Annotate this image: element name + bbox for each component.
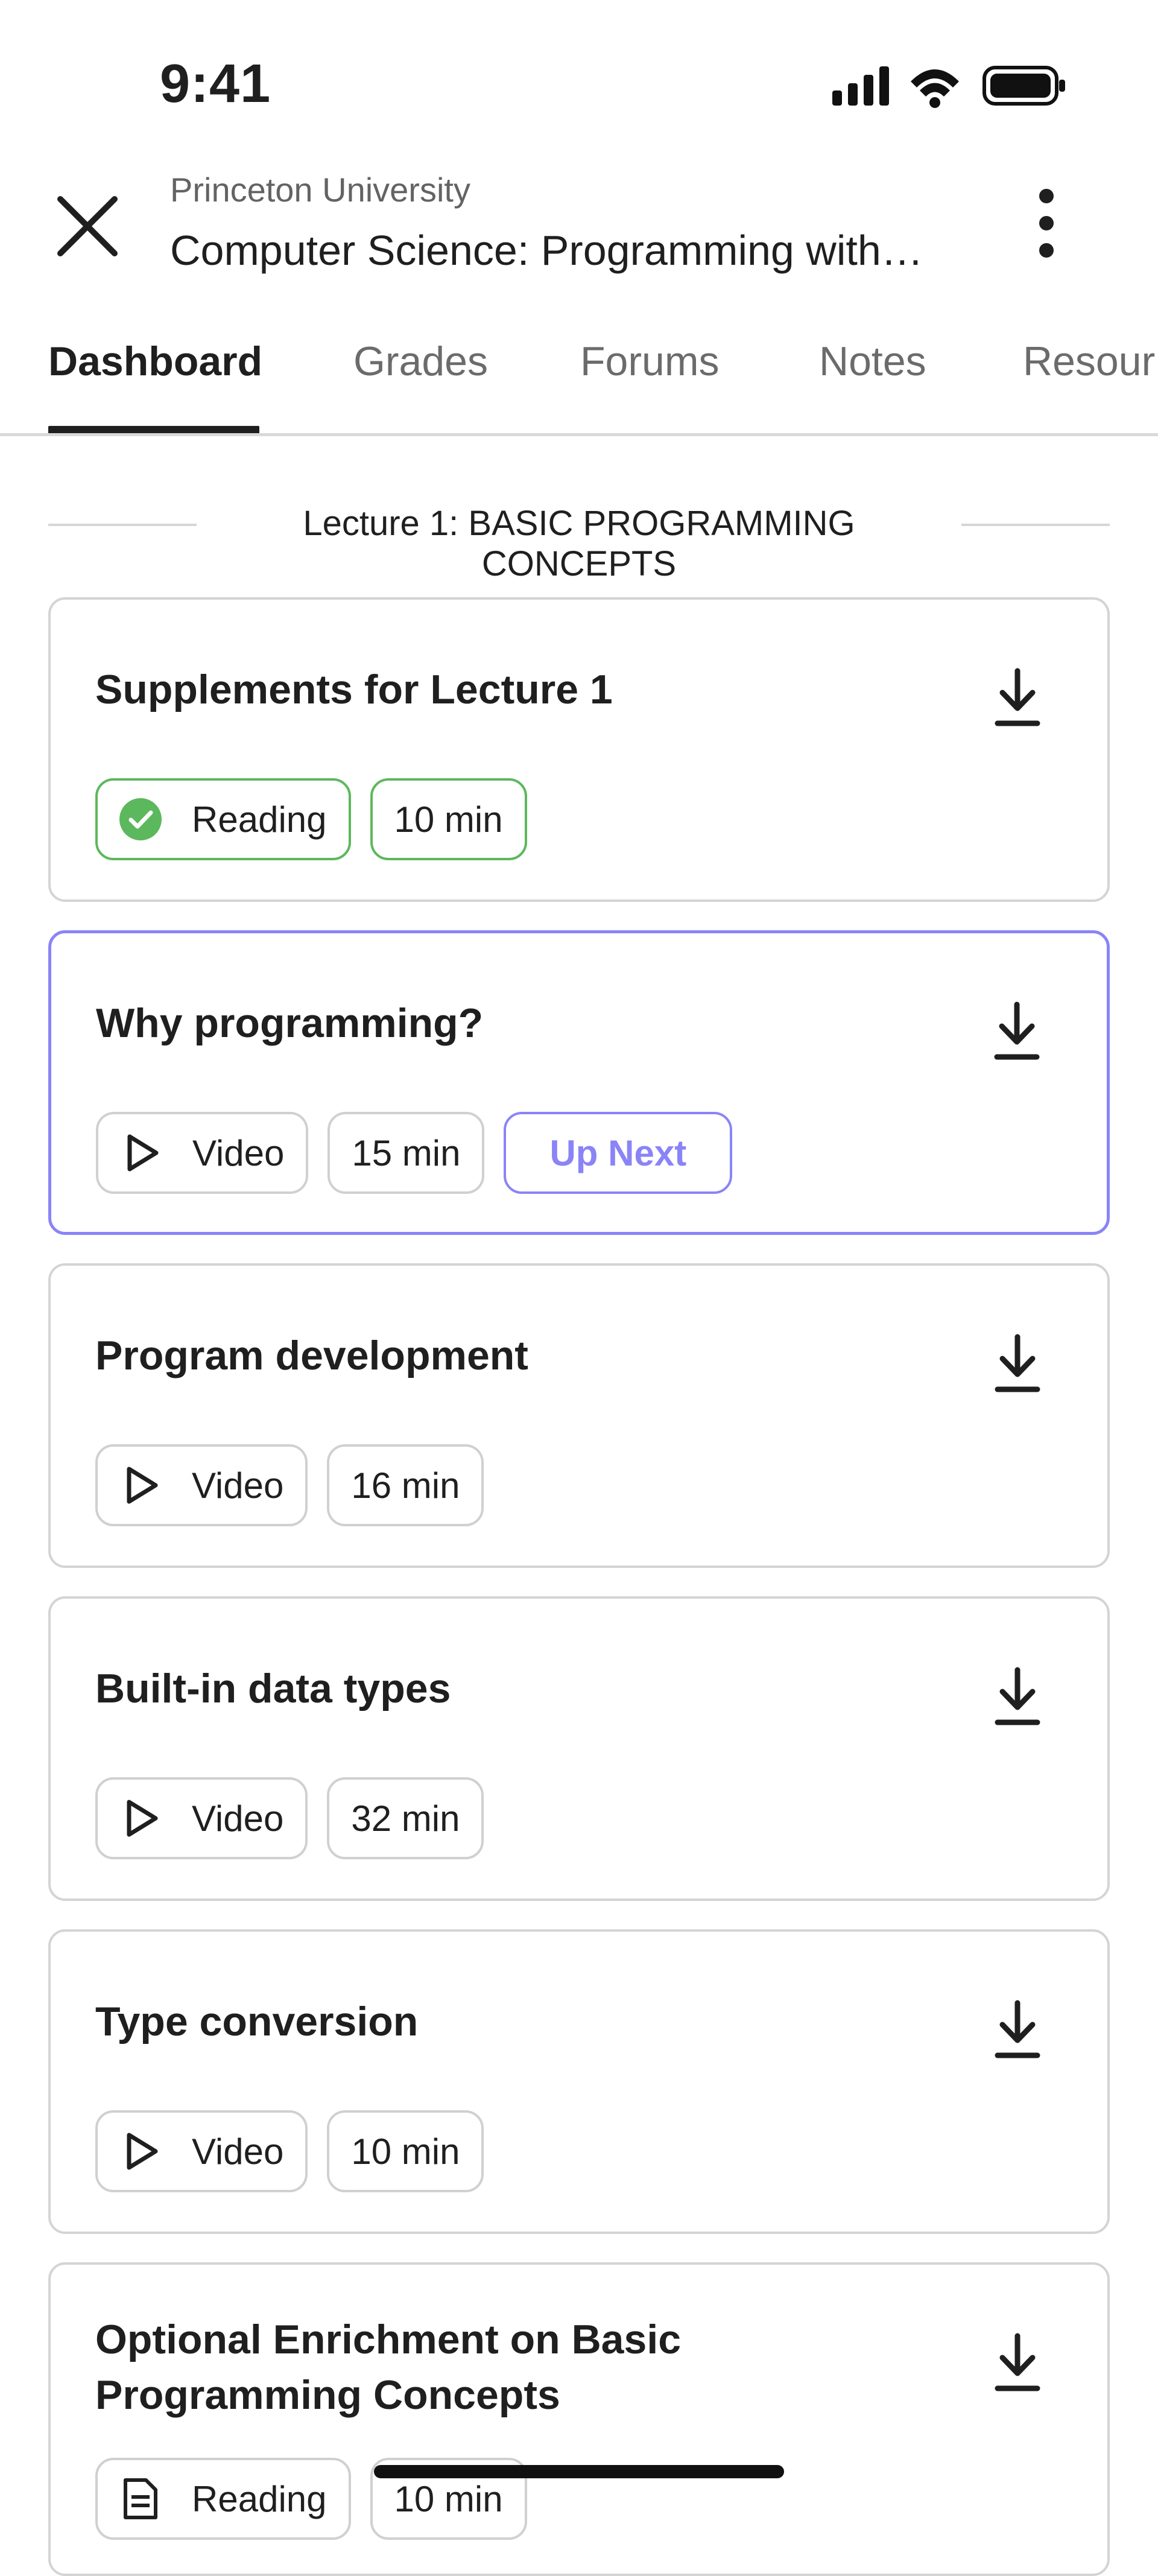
tab-resources[interactable]: Resour <box>1023 338 1155 385</box>
lesson-type-badge: Reading <box>95 2458 351 2540</box>
tab-forums[interactable]: Forums <box>580 338 719 385</box>
check-circle-icon <box>119 798 162 840</box>
lesson-duration: 10 min <box>351 2131 460 2172</box>
tab-notes[interactable]: Notes <box>819 338 926 385</box>
course-title: Computer Science: Programming with… <box>170 227 923 274</box>
play-icon <box>127 1134 159 1172</box>
lesson-duration: 10 min <box>394 2478 503 2519</box>
lesson-type-badge: Reading <box>95 778 351 860</box>
lesson-type-badge: Video <box>95 1444 308 1526</box>
play-icon <box>127 2133 158 2170</box>
lesson-card[interactable]: Supplements for Lecture 1 Reading 10 min <box>48 597 1110 902</box>
signal-icon <box>832 66 889 106</box>
course-organization: Princeton University <box>170 171 470 209</box>
download-icon[interactable] <box>990 1665 1045 1728</box>
download-icon[interactable] <box>990 1332 1045 1395</box>
lesson-duration-badge: 32 min <box>327 1777 484 1859</box>
section-divider-right <box>961 524 1110 526</box>
up-next-label: Up Next <box>549 1132 687 1173</box>
play-icon <box>127 1800 158 1837</box>
lesson-title: Type conversion <box>95 1999 419 2045</box>
lesson-duration-badge: 10 min <box>370 778 527 860</box>
home-indicator <box>374 2465 784 2478</box>
lesson-type-badge: Video <box>95 2110 308 2192</box>
play-icon <box>127 1467 158 1504</box>
lesson-card[interactable]: Built-in data types Video 32 min <box>48 1596 1110 1901</box>
lesson-duration: 15 min <box>352 1132 461 1173</box>
lesson-duration: 32 min <box>351 1798 460 1839</box>
lesson-title: Optional Enrichment on Basic Programming… <box>95 2312 681 2423</box>
lesson-title-line-2: Programming Concepts <box>95 2372 560 2418</box>
download-icon[interactable] <box>990 2331 1045 2394</box>
tab-bar: Dashboard Grades Forums Notes Resour <box>0 326 1158 437</box>
wifi-icon <box>911 69 959 108</box>
lesson-type-label: Video <box>192 1132 285 1173</box>
lesson-type-badge: Video <box>96 1112 309 1194</box>
download-icon[interactable] <box>990 666 1045 729</box>
lesson-card[interactable]: Type conversion Video 10 min <box>48 1929 1110 2234</box>
lesson-title: Built-in data types <box>95 1666 451 1712</box>
lesson-card-up-next[interactable]: Why programming? Video 15 min Up Next <box>48 930 1110 1235</box>
lesson-duration-badge: 10 min <box>327 2110 484 2192</box>
tab-grades[interactable]: Grades <box>353 338 488 385</box>
battery-icon <box>982 66 1065 106</box>
close-icon[interactable] <box>54 193 121 259</box>
status-time: 9:41 <box>160 54 271 114</box>
section-divider-left <box>48 524 197 526</box>
lesson-title: Why programming? <box>96 1000 484 1046</box>
lesson-card[interactable]: Program development Video 16 min <box>48 1263 1110 1568</box>
more-vertical-icon[interactable] <box>1025 187 1068 259</box>
lesson-title: Program development <box>95 1333 528 1378</box>
lesson-type-label: Reading <box>192 799 327 840</box>
up-next-badge: Up Next <box>504 1112 733 1194</box>
lesson-title: Supplements for Lecture 1 <box>95 667 613 712</box>
document-icon <box>124 2478 157 2519</box>
lesson-type-label: Video <box>192 1798 284 1839</box>
tab-dashboard[interactable]: Dashboard <box>48 338 262 385</box>
lesson-type-label: Video <box>192 1465 284 1506</box>
lesson-duration-badge: 15 min <box>327 1112 485 1194</box>
lesson-duration: 10 min <box>394 799 503 840</box>
status-icons <box>832 66 1065 108</box>
lesson-type-badge: Video <box>95 1777 308 1859</box>
section-title: Lecture 1: BASIC PROGRAMMING CONCEPTS <box>303 504 855 583</box>
lesson-duration: 16 min <box>351 1465 460 1506</box>
lesson-card[interactable]: Optional Enrichment on Basic Programming… <box>48 2262 1110 2576</box>
download-icon[interactable] <box>990 1998 1045 2061</box>
download-icon[interactable] <box>990 1000 1044 1063</box>
lesson-title-line-1: Optional Enrichment on Basic <box>95 2317 682 2362</box>
lesson-type-label: Video <box>192 2131 284 2172</box>
tabs-divider <box>0 433 1158 436</box>
lesson-duration-badge: 16 min <box>327 1444 484 1526</box>
lesson-type-label: Reading <box>192 2478 327 2519</box>
